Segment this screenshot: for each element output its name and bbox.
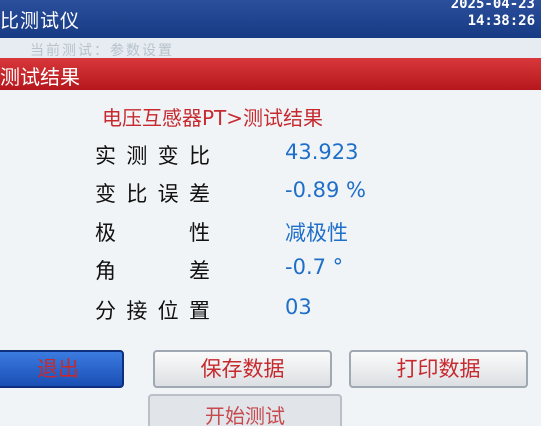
- result-label: 角差: [95, 259, 210, 283]
- start-test-button[interactable]: 开始测试: [148, 394, 342, 426]
- save-data-button[interactable]: 保存数据: [153, 350, 332, 388]
- breadcrumb: 电压互感器PT>测试结果: [102, 106, 324, 130]
- device-screen: 比测试仪 2025-04-23 14:38:26 当前测试：参数设置 测试结果 …: [0, 0, 541, 426]
- app-title: 比测试仪: [0, 10, 81, 32]
- result-value: 43.923: [285, 140, 359, 164]
- result-label: 实测变比: [95, 144, 210, 168]
- clock: 2025-04-23 14:38:26: [451, 0, 535, 30]
- exit-button[interactable]: 退出: [0, 350, 124, 388]
- result-label: 分接位置: [95, 299, 210, 323]
- result-row: 极性 减极性: [0, 217, 541, 251]
- result-dialog: 测试结果 电压互感器PT>测试结果 实测变比 43.923 变比误差 -0.89…: [0, 58, 541, 426]
- clock-date: 2025-04-23: [450, 0, 535, 12]
- background-panel: 当前测试：参数设置: [0, 38, 541, 59]
- clock-time: 14:38:26: [467, 13, 535, 29]
- result-value: 03: [285, 295, 312, 319]
- result-value: -0.89 %: [285, 178, 366, 202]
- result-row: 变比误差 -0.89 %: [0, 178, 541, 212]
- result-row: 角差 -0.7 °: [0, 255, 541, 289]
- background-hint: 当前测试：参数设置: [30, 43, 174, 59]
- dialog-title: 测试结果: [0, 65, 80, 89]
- result-row: 实测变比 43.923: [0, 140, 541, 174]
- result-value: 减极性: [285, 221, 348, 245]
- result-label: 变比误差: [95, 182, 210, 206]
- result-row: 分接位置 03: [0, 295, 541, 329]
- print-data-button[interactable]: 打印数据: [349, 350, 528, 388]
- result-value: -0.7 °: [285, 255, 344, 279]
- dialog-body: 电压互感器PT>测试结果 实测变比 43.923 变比误差 -0.89 % 极性…: [0, 90, 541, 426]
- result-label: 极性: [95, 221, 210, 245]
- dialog-header: 测试结果: [0, 58, 541, 90]
- title-bar: 比测试仪 2025-04-23 14:38:26: [0, 0, 541, 38]
